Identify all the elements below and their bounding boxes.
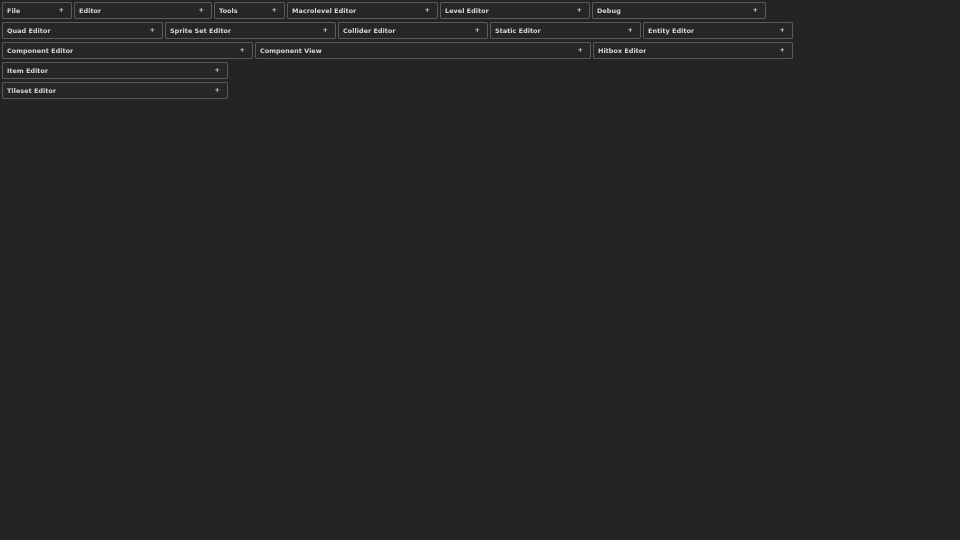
tileset-editor-panel-header[interactable]: Tileset Editor + (2, 82, 228, 99)
expand-plus-icon[interactable]: + (628, 27, 633, 34)
collider-editor-panel-label: Collider Editor (343, 26, 396, 35)
debug-panel-header[interactable]: Debug + (592, 2, 766, 19)
file-panel-label: File (7, 6, 21, 15)
expand-plus-icon[interactable]: + (780, 27, 785, 34)
component-view-panel-header[interactable]: Component View + (255, 42, 591, 59)
tileset-editor-panel-label: Tileset Editor (7, 86, 57, 95)
collider-editor-panel-header[interactable]: Collider Editor + (338, 22, 488, 39)
file-panel-header[interactable]: File + (2, 2, 72, 19)
item-editor-panel-header[interactable]: Item Editor + (2, 62, 228, 79)
debug-panel-label: Debug (597, 6, 621, 15)
expand-plus-icon[interactable]: + (215, 87, 220, 94)
macrolevel-editor-panel-label: Macrolevel Editor (292, 6, 357, 15)
static-editor-panel-header[interactable]: Static Editor + (490, 22, 641, 39)
entity-editor-panel-header[interactable]: Entity Editor + (643, 22, 793, 39)
editor-workspace: File + Editor + Tools + Macrolevel Edito… (0, 0, 960, 540)
expand-plus-icon[interactable]: + (59, 7, 64, 14)
editor-panel-label: Editor (79, 6, 102, 15)
expand-plus-icon[interactable]: + (150, 27, 155, 34)
hitbox-editor-panel-header[interactable]: Hitbox Editor + (593, 42, 793, 59)
quad-editor-panel-header[interactable]: Quad Editor + (2, 22, 163, 39)
item-editor-panel-label: Item Editor (7, 66, 49, 75)
quad-editor-panel-label: Quad Editor (7, 26, 51, 35)
macrolevel-editor-panel-header[interactable]: Macrolevel Editor + (287, 2, 438, 19)
expand-plus-icon[interactable]: + (475, 27, 480, 34)
sprite-set-editor-panel-label: Sprite Set Editor (170, 26, 232, 35)
sprite-set-editor-panel-header[interactable]: Sprite Set Editor + (165, 22, 336, 39)
expand-plus-icon[interactable]: + (199, 7, 204, 14)
expand-plus-icon[interactable]: + (577, 7, 582, 14)
level-editor-panel-header[interactable]: Level Editor + (440, 2, 590, 19)
component-editor-panel-header[interactable]: Component Editor + (2, 42, 253, 59)
tools-panel-label: Tools (219, 6, 238, 15)
static-editor-panel-label: Static Editor (495, 26, 541, 35)
hitbox-editor-panel-label: Hitbox Editor (598, 46, 647, 55)
tools-panel-header[interactable]: Tools + (214, 2, 285, 19)
expand-plus-icon[interactable]: + (753, 7, 758, 14)
component-editor-panel-label: Component Editor (7, 46, 74, 55)
component-view-panel-label: Component View (260, 46, 322, 55)
expand-plus-icon[interactable]: + (578, 47, 583, 54)
expand-plus-icon[interactable]: + (272, 7, 277, 14)
expand-plus-icon[interactable]: + (780, 47, 785, 54)
expand-plus-icon[interactable]: + (215, 67, 220, 74)
editor-panel-header[interactable]: Editor + (74, 2, 212, 19)
expand-plus-icon[interactable]: + (323, 27, 328, 34)
entity-editor-panel-label: Entity Editor (648, 26, 695, 35)
expand-plus-icon[interactable]: + (425, 7, 430, 14)
expand-plus-icon[interactable]: + (240, 47, 245, 54)
level-editor-panel-label: Level Editor (445, 6, 489, 15)
